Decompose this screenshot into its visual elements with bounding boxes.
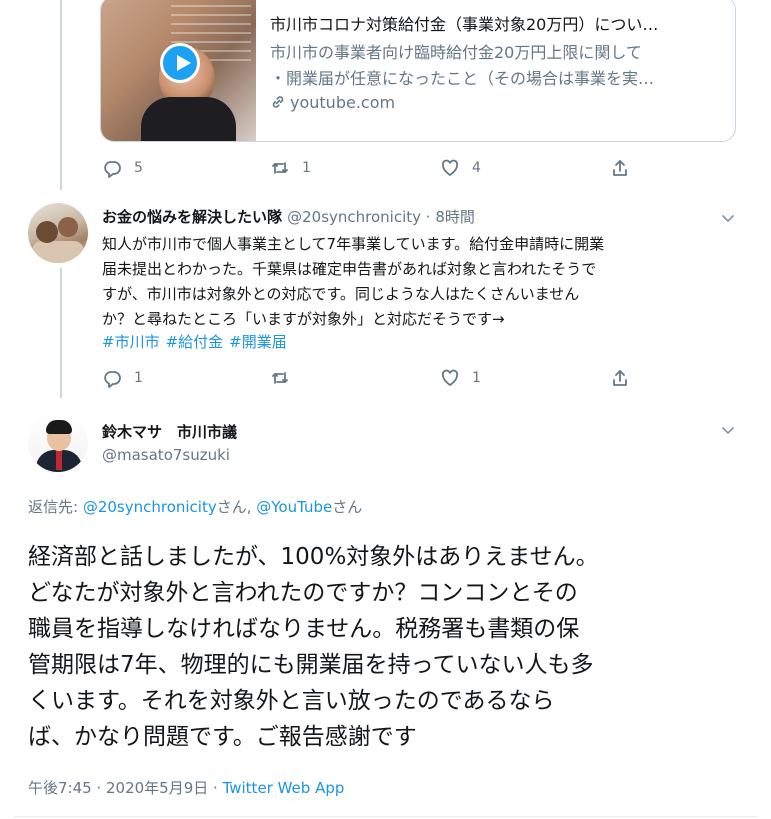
thread-line-upper <box>60 0 62 190</box>
tweet-text-line: 知人が市川市で個人事業主として7年事業しています。給付金申請時に開業 <box>102 235 605 253</box>
reply-button[interactable]: 5 <box>102 158 143 178</box>
hashtag-link[interactable]: #市川市 <box>102 333 160 351</box>
thread-line-lower <box>60 268 62 398</box>
tweet-text-line: くいます。それを対象外と言い放ったのであるなら <box>28 688 555 714</box>
share-icon <box>613 160 627 176</box>
play-icon[interactable] <box>160 43 200 83</box>
heart-icon <box>441 159 459 176</box>
like-count: 4 <box>472 160 481 176</box>
tweet-text-line: 管期限は7年、物理的にも開業届を持っていない人も多 <box>28 652 594 678</box>
hashtag-link[interactable]: #給付金 <box>166 333 224 351</box>
chevron-down-icon[interactable] <box>720 422 736 438</box>
reply-count: 1 <box>134 370 143 386</box>
reply-icon <box>104 161 121 178</box>
card-domain: youtube.com <box>270 93 395 114</box>
like-count: 1 <box>472 370 481 386</box>
hashtag-link[interactable]: #開業届 <box>229 333 287 351</box>
youtube-link-card[interactable]: 市川市コロナ対策給付金（事業対象20万円）につい… 市川市の事業者向け臨時給付金… <box>100 0 736 142</box>
card-description-line: 市川市の事業者向け臨時給付金20万円上限に関して <box>270 43 642 62</box>
reply-icon <box>104 371 121 388</box>
heart-icon <box>441 369 459 386</box>
tweet-header: お金の悩みを解決したい隊 @20synchronicity · 8時間 <box>102 208 475 226</box>
retweet-button[interactable] <box>270 368 290 388</box>
share-button[interactable] <box>610 158 630 178</box>
tweet-text-line: か？と尋ねたところ「いますが対象外」と対応だそうです→ <box>102 310 505 328</box>
user-handle[interactable]: @20synchronicity <box>287 208 421 226</box>
retweet-count: 1 <box>302 160 311 176</box>
share-icon <box>613 370 627 386</box>
mention-link[interactable]: @YouTube <box>256 498 332 516</box>
retweet-icon <box>272 162 288 174</box>
divider <box>14 816 757 817</box>
card-title: 市川市コロナ対策給付金（事業対象20万円）につい… <box>270 15 659 34</box>
link-icon <box>270 94 286 114</box>
reply-count: 5 <box>134 160 143 176</box>
hashtag-row: #市川市 #給付金 #開業届 <box>102 331 293 352</box>
card-domain-text: youtube.com <box>290 93 396 112</box>
share-button[interactable] <box>610 368 630 388</box>
tweet-text-line: 経済部と話しましたが、100%対象外はありえません。 <box>28 544 599 570</box>
card-description-line: ・開業届が任意になったこと（その場合は事業を実… <box>270 69 655 88</box>
chevron-down-icon[interactable] <box>720 210 736 226</box>
tweet-meta: 午後7:45 · 2020年5月9日 · Twitter Web App <box>28 777 344 798</box>
like-button[interactable]: 1 <box>440 368 481 388</box>
user-handle[interactable]: @masato7suzuki <box>102 446 230 464</box>
retweet-icon <box>272 372 288 384</box>
like-button[interactable]: 4 <box>440 158 481 178</box>
tweet-text-line: ば、かなり問題です。ご報告感謝です <box>28 724 417 750</box>
avatar[interactable] <box>28 412 88 472</box>
reply-button[interactable]: 1 <box>102 368 143 388</box>
tweet-text-line: 届未提出とわかった。千葉県は確定申告書があれば対象と言われたそうで <box>102 260 597 278</box>
avatar[interactable] <box>28 203 88 263</box>
tweet-source[interactable]: Twitter Web App <box>223 779 345 797</box>
user-name[interactable]: お金の悩みを解決したい隊 <box>102 208 282 226</box>
video-thumbnail <box>101 0 256 141</box>
tweet-timestamp[interactable]: 午後7:45 · 2020年5月9日 · <box>28 779 223 797</box>
user-name[interactable]: 鈴木マサ 市川市議 <box>102 421 237 442</box>
tweet-text-line: どなたが対象外と言われたのですか？コンコンとその <box>28 580 578 606</box>
reply-to-line: 返信先: @20synchronicityさん, @YouTubeさん <box>28 498 363 516</box>
retweet-button[interactable]: 1 <box>270 158 311 178</box>
tweet-text-line: すが、市川市は対象外との対応です。同じような人はたくさんいません <box>102 285 580 303</box>
tweet-text-line: 職員を指導しなければなりません。税務署も書類の保 <box>28 616 580 642</box>
mention-link[interactable]: @20synchronicity <box>83 498 217 516</box>
tweet-time[interactable]: 8時間 <box>435 208 475 226</box>
